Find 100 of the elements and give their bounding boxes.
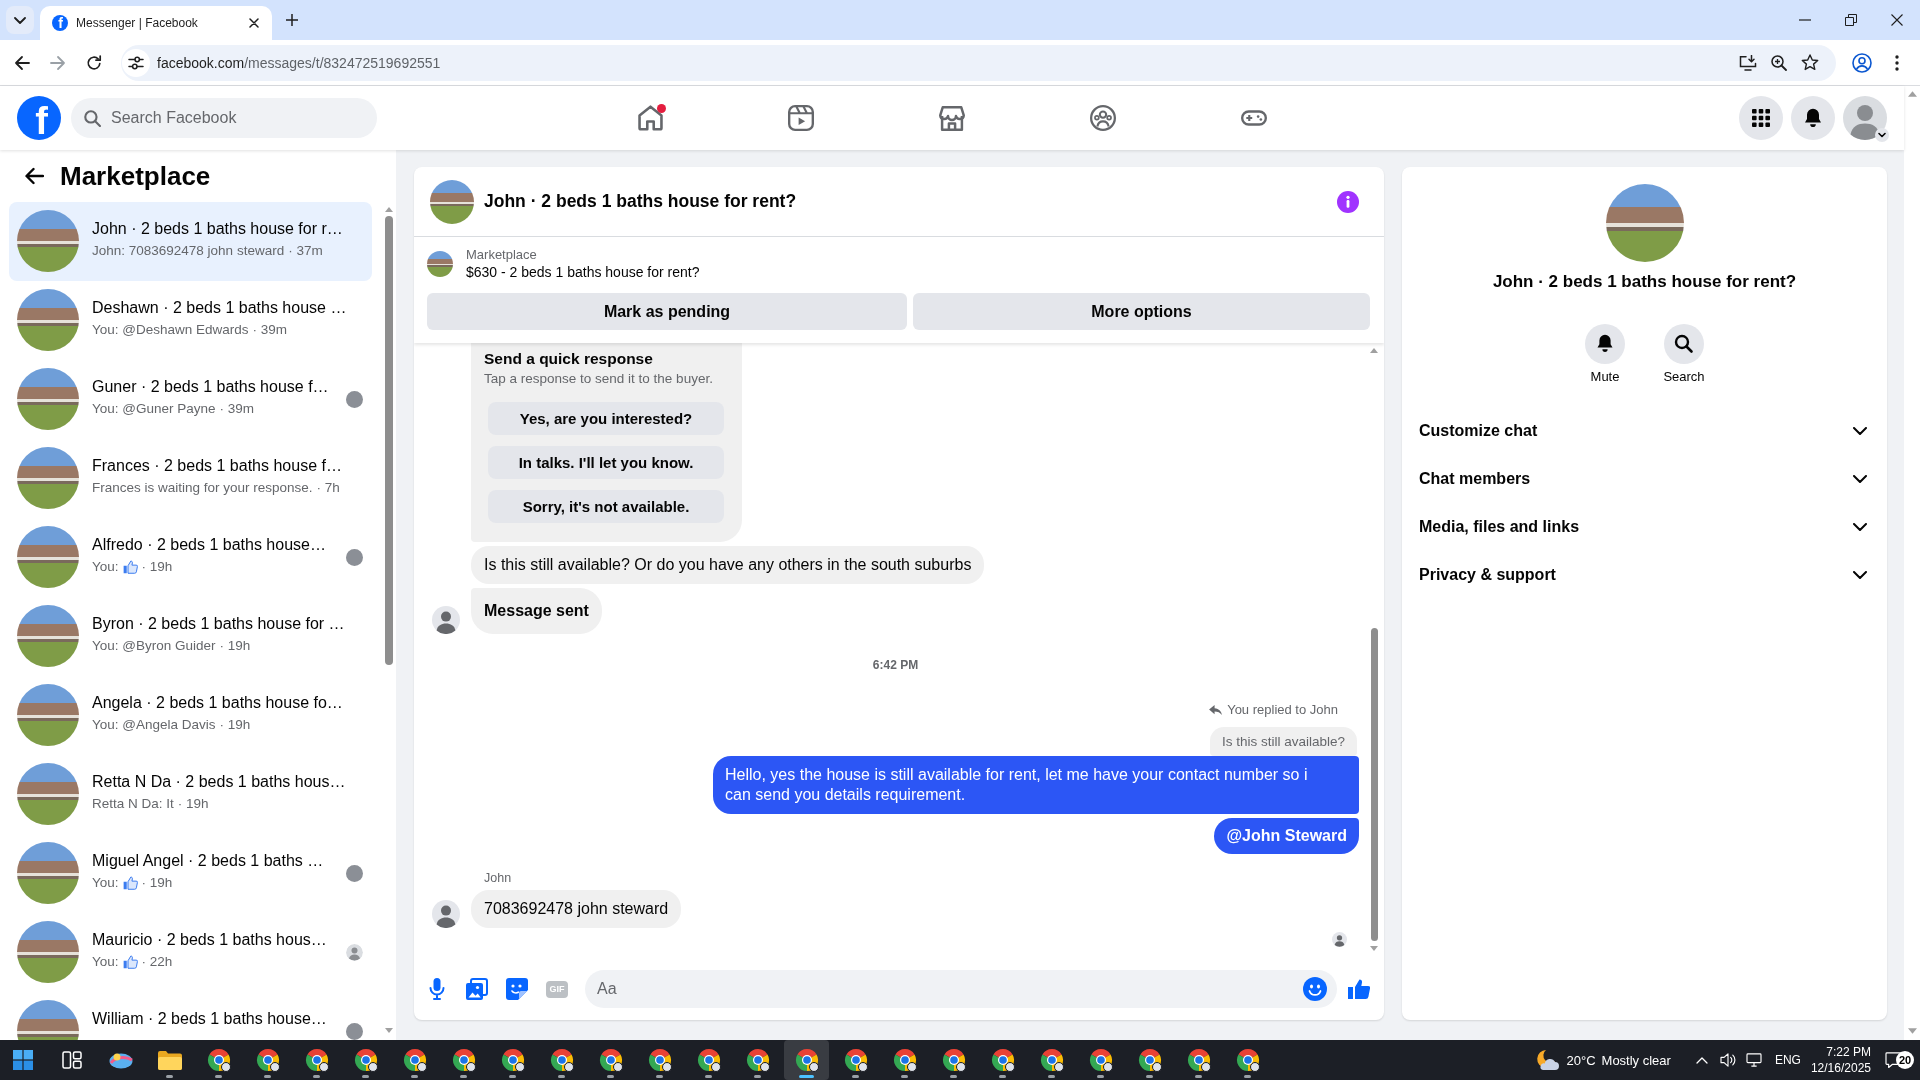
bubble-hint: Tap a response to send it to the buyer. (484, 370, 713, 387)
favicon: f (52, 15, 68, 31)
conversation-item[interactable]: Alfredo · 2 beds 1 baths house… You: · 19h (9, 518, 372, 597)
conversation-item[interactable]: Mauricio · 2 beds 1 baths hous… You: · 22h (9, 913, 372, 992)
message-bubble: Is this still available? Or do you have any others in the south suburbs (471, 546, 985, 584)
scroll-up-icon[interactable] (1370, 348, 1378, 353)
clock-button[interactable]: 7:22 PM 12/16/2025 (1810, 1044, 1871, 1076)
conversation-item[interactable]: Deshawn · 2 beds 1 baths house … You: @Deshawn Edwards · 39m (9, 281, 372, 360)
tab-search-button[interactable] (6, 6, 34, 34)
search-icon (1664, 324, 1704, 364)
quoted-message: Is this still available? (1209, 727, 1357, 756)
info-button[interactable] (1337, 190, 1359, 213)
notifications-button[interactable]: 20 (1883, 1040, 1916, 1080)
restore-icon (1845, 14, 1857, 26)
browser-icon (892, 1048, 917, 1072)
language-button[interactable]: ENG (1774, 1053, 1801, 1067)
conversation-item[interactable]: John · 2 beds 1 baths house for r… John: 7083692478 john steward · 37m (9, 202, 372, 281)
conversation-item[interactable]: Miguel Angel · 2 beds 1 baths … You: · 19h (9, 834, 372, 913)
conversation-item[interactable]: Guner · 2 beds 1 baths house f… You: @Guner Payne · 39m (9, 360, 372, 439)
smiley-icon (1303, 976, 1327, 1001)
browser-icon (990, 1048, 1015, 1072)
message-preview: You: @Guner Payne (92, 400, 216, 417)
group-icon (1090, 105, 1116, 131)
weather-button[interactable]: 20°C Mostly clear (1534, 1040, 1671, 1080)
browser-icon (353, 1048, 378, 1072)
search-button[interactable]: Search (1652, 324, 1716, 385)
search-field[interactable]: Search Facebook (71, 98, 377, 138)
accordion-row[interactable]: Media, files and links (1410, 503, 1879, 551)
scroll-down-icon[interactable] (385, 1028, 393, 1033)
logo[interactable]: f (17, 96, 61, 140)
site-info-button[interactable] (122, 48, 150, 77)
emoji-button[interactable] (1303, 976, 1327, 1001)
reply-arrow-icon (1209, 704, 1223, 716)
quick-reply-button[interactable]: Yes, are you interested? (488, 402, 724, 435)
scroll-down-icon[interactable] (1907, 1028, 1917, 1034)
listing-action-button[interactable]: More options (913, 293, 1370, 330)
message-preview: You: @Byron Guider (92, 637, 216, 654)
browser-icon (206, 1048, 231, 1072)
message-preview: You: @Angela Davis (92, 716, 216, 733)
browser-button[interactable] (784, 1040, 829, 1080)
message-time: · 7h (316, 479, 340, 496)
message-time: · 22h (141, 953, 173, 970)
conversation-title: Deshawn · 2 beds 1 baths house … (92, 298, 348, 318)
photo-button[interactable] (466, 977, 488, 1000)
account-button[interactable] (1843, 96, 1887, 140)
browser-icon (794, 1048, 819, 1072)
scroll-up-icon[interactable] (385, 207, 393, 212)
conversation-item[interactable]: Frances · 2 beds 1 baths house f… Frances is waiting for your response. · 7h (9, 439, 372, 518)
reload-icon (86, 54, 102, 71)
avatar-icon (1843, 96, 1887, 140)
conversation-item[interactable]: Angela · 2 beds 1 baths house fo… You: @Angela Davis · 19h (9, 676, 372, 755)
notification-count: 20 (1896, 1051, 1914, 1069)
accordion-row[interactable]: Customize chat (1410, 407, 1879, 455)
accordion-row[interactable]: Chat members (1410, 455, 1879, 503)
conversation-title: William · 2 beds 1 baths house… (92, 1009, 328, 1029)
mute-button[interactable]: Mute (1573, 324, 1637, 385)
speaker-icon (1719, 1053, 1736, 1067)
browser-icon (598, 1048, 623, 1072)
folder-icon (157, 1050, 182, 1070)
message-preview: Retta N Da: It (92, 795, 174, 812)
message-preview: Frances is waiting for your response. (92, 479, 313, 496)
browser-tab[interactable]: f Messenger | Facebook (40, 6, 272, 40)
browser-icon (549, 1048, 574, 1072)
chat-title: John · 2 beds 1 baths house for rent? (1492, 271, 1797, 293)
browser-icon (745, 1048, 770, 1072)
plus-icon (286, 14, 298, 26)
message-input[interactable]: Aa (585, 969, 1337, 1008)
scroll-up-icon[interactable] (1907, 91, 1917, 97)
browser-icon (304, 1048, 329, 1072)
browser-icon (451, 1048, 476, 1072)
image-icon (466, 977, 488, 1000)
photo-placeholder (430, 179, 474, 224)
menu-button[interactable] (1739, 96, 1783, 140)
quick-reply-button[interactable]: In talks. I'll let you know. (488, 446, 724, 479)
minimize-icon (1799, 19, 1811, 21)
conversation-title: Retta N Da · 2 beds 1 baths hous… (92, 772, 347, 792)
browser-icon (1039, 1048, 1064, 1072)
url-text: facebook.com/messages/t/832472519692551 (157, 54, 441, 71)
sticker-button[interactable] (506, 977, 528, 1000)
quick-reply-button[interactable]: Sorry, it's not available. (488, 490, 724, 523)
more-vertical-icon (1895, 54, 1899, 71)
bubble-title: Send a quick response (484, 349, 653, 369)
message-preview: You: (92, 874, 119, 891)
monitor-download-icon (1739, 54, 1757, 71)
back-button[interactable] (24, 167, 44, 185)
app-icon (108, 1051, 133, 1069)
scroll-down-icon[interactable] (1370, 946, 1378, 951)
video-icon (788, 105, 814, 131)
address-bar[interactable]: facebook.com/messages/t/832472519692551 (121, 44, 1836, 81)
message-bubble: Message sent (471, 588, 602, 634)
message-time: · 39m (252, 321, 288, 338)
like-button[interactable] (1347, 977, 1371, 1000)
tune-icon (128, 55, 144, 70)
notifications-button[interactable] (1791, 96, 1835, 140)
zoom-in-icon (1771, 54, 1787, 71)
conversation-item[interactable]: Byron · 2 beds 1 baths house for … You: @Byron Guider · 19h (9, 597, 372, 676)
accordion-row[interactable]: Privacy & support (1410, 551, 1879, 599)
conversation-item[interactable]: Retta N Da · 2 beds 1 baths hous… Retta N Da: It · 19h (9, 755, 372, 834)
browser-icon (1088, 1048, 1113, 1072)
listing-action-button[interactable]: Mark as pending (427, 293, 907, 330)
